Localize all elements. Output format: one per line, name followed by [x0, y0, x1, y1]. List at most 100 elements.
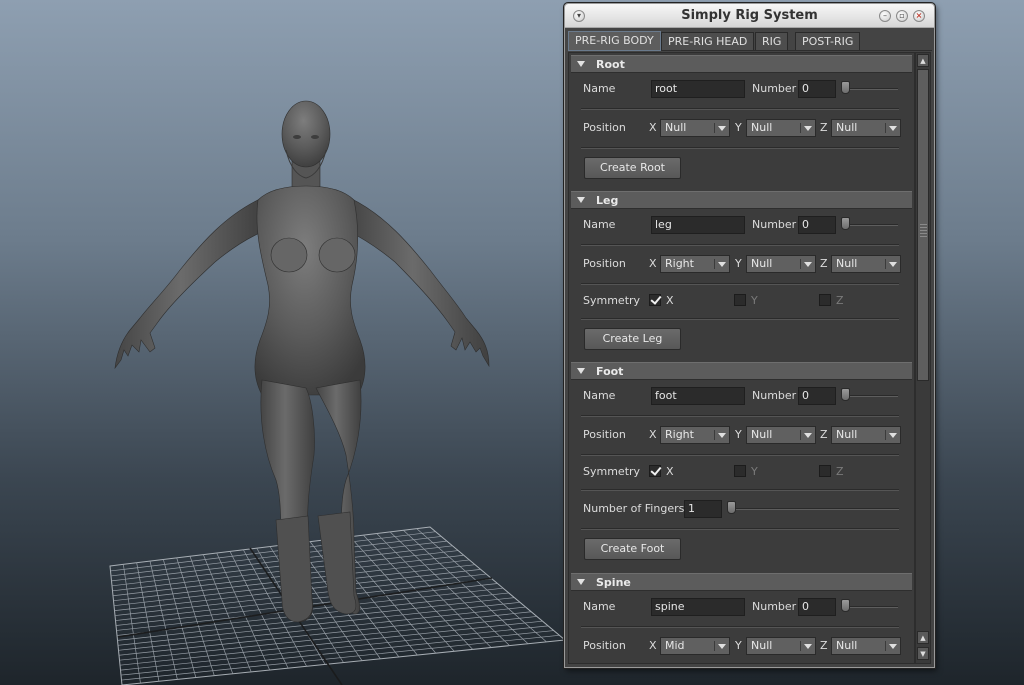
frame-header-root[interactable]: Root: [571, 55, 912, 73]
vertical-scrollbar[interactable]: ▲ ▲ ▼: [915, 52, 931, 664]
foot-symmetry-y-checkbox[interactable]: [734, 465, 746, 477]
symmetry-x-label: X: [666, 294, 674, 307]
foot-position-y-dropdown[interactable]: Null: [746, 426, 816, 444]
create-leg-button[interactable]: Create Leg: [584, 328, 681, 350]
axis-z-label: Z: [820, 257, 828, 270]
foot-fingers-field[interactable]: 1: [684, 500, 722, 518]
collapse-arrow-icon[interactable]: [577, 61, 585, 67]
leg-number-field[interactable]: 0: [798, 216, 836, 234]
position-label: Position: [583, 639, 626, 652]
foot-position-x-dropdown[interactable]: Right: [660, 426, 730, 444]
axis-x-label: X: [649, 121, 657, 134]
symmetry-y-label: Y: [751, 294, 758, 307]
foot-number-slider-handle[interactable]: [841, 388, 850, 401]
collapse-arrow-icon[interactable]: [577, 368, 585, 374]
tab-pre-rig-body[interactable]: PRE-RIG BODY: [568, 31, 661, 51]
frame-title-leg: Leg: [596, 194, 619, 207]
spine-number-field[interactable]: 0: [798, 598, 836, 616]
frame-title-spine: Spine: [596, 576, 631, 589]
number-of-fingers-label: Number of Fingers: [583, 502, 685, 515]
number-label: Number: [752, 389, 797, 402]
grid-line: [403, 529, 529, 645]
leg-position-x-dropdown[interactable]: Right: [660, 255, 730, 273]
spine-name-field[interactable]: spine: [651, 598, 745, 616]
axis-x-label: X: [649, 257, 657, 270]
root-name-field[interactable]: root: [651, 80, 745, 98]
create-foot-button[interactable]: Create Foot: [584, 538, 681, 560]
separator: [581, 454, 899, 456]
name-label: Name: [583, 389, 616, 402]
number-label: Number: [752, 82, 797, 95]
frame-title-root: Root: [596, 58, 625, 71]
minimize-icon[interactable]: –: [879, 10, 891, 22]
frame-header-spine[interactable]: Spine: [571, 573, 912, 591]
symmetry-x-label: X: [666, 465, 674, 478]
axis-y-label: Y: [735, 428, 742, 441]
grid-line: [376, 533, 492, 648]
scrollbar-thumb[interactable]: [917, 69, 929, 381]
number-label: Number: [752, 218, 797, 231]
axis-x-label: X: [649, 428, 657, 441]
collapse-arrow-icon[interactable]: [577, 197, 585, 203]
leg-symmetry-z-checkbox[interactable]: [819, 294, 831, 306]
maximize-icon[interactable]: ▫: [896, 10, 908, 22]
axis-y-label: Y: [735, 121, 742, 134]
leg-symmetry-x-checkbox[interactable]: [649, 294, 661, 306]
frame-header-foot[interactable]: Foot: [571, 362, 912, 380]
separator: [581, 489, 899, 491]
foot-symmetry-x-checkbox[interactable]: [649, 465, 661, 477]
character-model[interactable]: [114, 100, 490, 623]
spine-position-z-dropdown[interactable]: Null: [831, 637, 901, 655]
axis-y-label: Y: [735, 257, 742, 270]
foot-fingers-slider-handle[interactable]: [727, 501, 736, 514]
scroll-up-icon[interactable]: ▲: [917, 631, 929, 644]
frame-header-leg[interactable]: Leg: [571, 191, 912, 209]
scroll-down-icon[interactable]: ▼: [917, 647, 929, 660]
symmetry-label: Symmetry: [583, 294, 641, 307]
root-position-z-dropdown[interactable]: Null: [831, 119, 901, 137]
spine-position-x-dropdown[interactable]: Mid: [660, 637, 730, 655]
root-number-slider-handle[interactable]: [841, 81, 850, 94]
spine-position-y-dropdown[interactable]: Null: [746, 637, 816, 655]
create-root-button[interactable]: Create Root: [584, 157, 681, 179]
foot-fingers-slider[interactable]: [727, 508, 899, 510]
symmetry-z-label: Z: [836, 465, 844, 478]
axis-z-label: Z: [820, 639, 828, 652]
foot-name-field[interactable]: foot: [651, 387, 745, 405]
axis-z-label: Z: [820, 428, 828, 441]
rig-system-window[interactable]: ▾ Simply Rig System – ▫ × PRE-RIG BODY P…: [564, 3, 935, 668]
foot-position-z-dropdown[interactable]: Null: [831, 426, 901, 444]
position-label: Position: [583, 257, 626, 270]
root-number-field[interactable]: 0: [798, 80, 836, 98]
spine-number-slider-handle[interactable]: [841, 599, 850, 612]
root-position-y-dropdown[interactable]: Null: [746, 119, 816, 137]
separator: [581, 283, 899, 285]
symmetry-label: Symmetry: [583, 465, 641, 478]
name-label: Name: [583, 600, 616, 613]
separator: [581, 147, 899, 149]
separator: [581, 626, 899, 628]
axis-x-label: X: [649, 639, 657, 652]
symmetry-y-label: Y: [751, 465, 758, 478]
leg-name-field[interactable]: leg: [651, 216, 745, 234]
foot-number-field[interactable]: 0: [798, 387, 836, 405]
root-position-x-dropdown[interactable]: Null: [660, 119, 730, 137]
tab-rig[interactable]: RIG: [755, 32, 789, 50]
collapse-arrow-icon[interactable]: [577, 579, 585, 585]
position-label: Position: [583, 428, 626, 441]
leg-number-slider-handle[interactable]: [841, 217, 850, 230]
tab-pre-rig-head[interactable]: PRE-RIG HEAD: [661, 32, 755, 50]
close-icon[interactable]: ×: [913, 10, 925, 22]
leg-position-z-dropdown[interactable]: Null: [831, 255, 901, 273]
foot-symmetry-z-checkbox[interactable]: [819, 465, 831, 477]
frame-title-foot: Foot: [596, 365, 624, 378]
leg-symmetry-y-checkbox[interactable]: [734, 294, 746, 306]
axis-y-label: Y: [735, 639, 742, 652]
separator: [581, 528, 899, 530]
window-titlebar[interactable]: ▾ Simply Rig System – ▫ ×: [565, 4, 934, 28]
leg-position-y-dropdown[interactable]: Null: [746, 255, 816, 273]
name-label: Name: [583, 218, 616, 231]
tab-post-rig[interactable]: POST-RIG: [795, 32, 861, 50]
separator: [581, 415, 899, 417]
scroll-up-icon[interactable]: ▲: [917, 54, 929, 67]
